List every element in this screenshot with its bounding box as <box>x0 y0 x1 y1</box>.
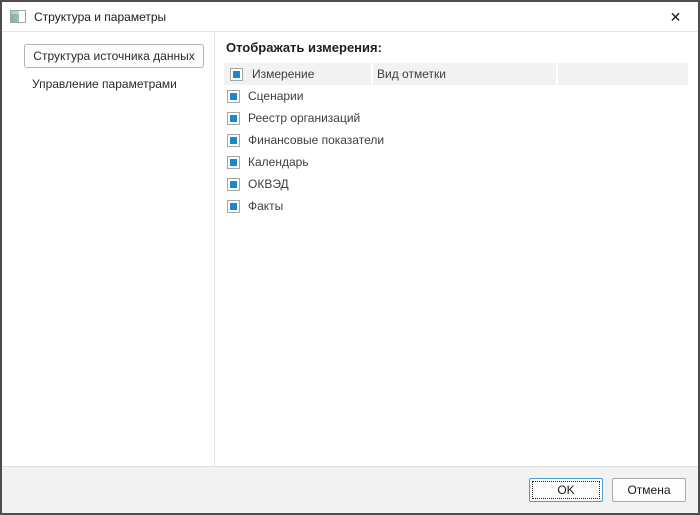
row-checkbox[interactable] <box>227 156 240 169</box>
row-label: ОКВЭД <box>248 177 289 191</box>
column-header-label: Вид отметки <box>377 67 446 81</box>
checkbox-indeterminate-mark <box>233 71 240 78</box>
table-row[interactable]: Календарь <box>224 151 688 173</box>
table-row[interactable]: ОКВЭД <box>224 173 688 195</box>
cancel-button[interactable]: Отмена <box>612 478 686 502</box>
checkbox-indeterminate-mark <box>230 115 237 122</box>
main-pane: Отображать измерения: Измерение Вид отме… <box>215 32 698 466</box>
row-checkbox[interactable] <box>227 178 240 191</box>
row-label: Факты <box>248 199 283 213</box>
footer-bar: OK Отмена <box>2 466 698 513</box>
close-icon: ✕ <box>670 10 682 24</box>
sidebar: Структура источника данных Управление па… <box>2 32 215 466</box>
app-icon <box>10 10 26 23</box>
row-checkbox[interactable] <box>227 200 240 213</box>
close-button[interactable]: ✕ <box>653 2 698 32</box>
dimensions-table: Измерение Вид отметки Сценарии Реестр ор… <box>224 63 688 217</box>
window-title: Структура и параметры <box>34 10 166 24</box>
row-label: Реестр организаций <box>248 111 360 125</box>
table-row[interactable]: Сценарии <box>224 85 688 107</box>
checkbox-indeterminate-mark <box>230 93 237 100</box>
sidebar-item-parameter-management[interactable]: Управление параметрами <box>32 77 214 91</box>
dialog-body: Структура источника данных Управление па… <box>2 32 698 466</box>
column-header-mark-type[interactable]: Вид отметки <box>373 63 556 85</box>
column-header-empty <box>558 63 688 85</box>
table-row[interactable]: Факты <box>224 195 688 217</box>
sidebar-item-data-source-structure[interactable]: Структура источника данных <box>24 44 204 68</box>
row-checkbox[interactable] <box>227 112 240 125</box>
table-row[interactable]: Реестр организаций <box>224 107 688 129</box>
checkbox-indeterminate-mark <box>230 181 237 188</box>
checkbox-indeterminate-mark <box>230 159 237 166</box>
row-label: Календарь <box>248 155 309 169</box>
select-all-checkbox[interactable] <box>230 68 243 81</box>
title-bar: Структура и параметры ✕ <box>2 2 698 32</box>
row-checkbox[interactable] <box>227 134 240 147</box>
row-checkbox[interactable] <box>227 90 240 103</box>
checkbox-indeterminate-mark <box>230 203 237 210</box>
table-row[interactable]: Финансовые показатели <box>224 129 688 151</box>
column-header-dimension[interactable]: Измерение <box>224 63 371 85</box>
column-header-label: Измерение <box>252 67 314 81</box>
ok-button[interactable]: OK <box>529 478 603 502</box>
row-label: Финансовые показатели <box>248 133 384 147</box>
row-label: Сценарии <box>248 89 303 103</box>
checkbox-indeterminate-mark <box>230 137 237 144</box>
dialog-structure-and-parameters: Структура и параметры ✕ Структура источн… <box>0 0 700 515</box>
dimensions-heading: Отображать измерения: <box>226 40 688 55</box>
table-header: Измерение Вид отметки <box>224 63 688 85</box>
